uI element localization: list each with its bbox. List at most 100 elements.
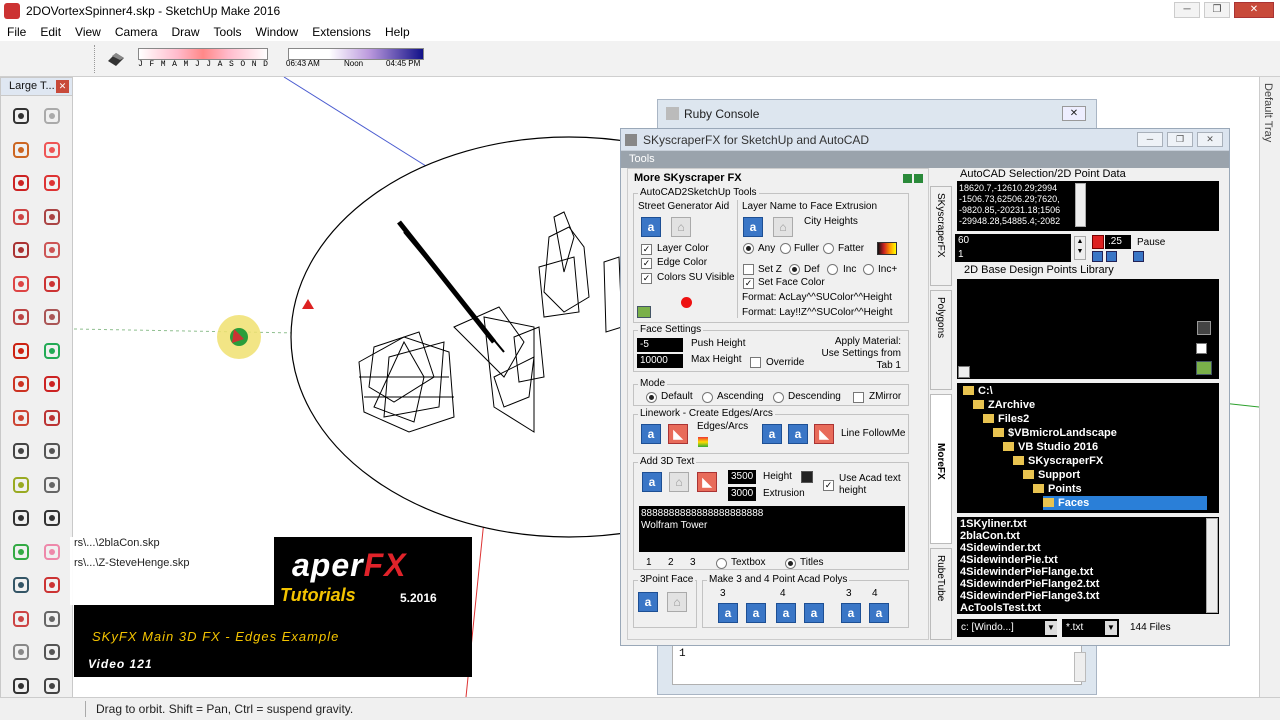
shadow-toggle-icon[interactable] bbox=[106, 49, 126, 69]
folder-tree-item[interactable]: $VBmicroLandscape bbox=[993, 426, 1117, 440]
layer-name-a-button[interactable]: a bbox=[743, 217, 763, 237]
push-pull-icon[interactable] bbox=[40, 339, 64, 363]
menu-camera[interactable]: Camera bbox=[108, 25, 165, 39]
skyfx-close-button[interactable]: ✕ bbox=[1197, 132, 1223, 147]
3-point-arc-icon[interactable] bbox=[9, 305, 33, 329]
close-tool-set-button[interactable]: ✕ bbox=[56, 80, 69, 93]
folder-tree-item[interactable]: Support bbox=[1023, 468, 1080, 482]
tape-measure-icon[interactable] bbox=[9, 439, 33, 463]
follow-me-icon[interactable] bbox=[40, 372, 64, 396]
panel-pin-icon[interactable] bbox=[903, 174, 912, 183]
position-camera-icon[interactable] bbox=[9, 640, 33, 664]
circle-icon[interactable] bbox=[9, 238, 33, 262]
toolbar-grip[interactable] bbox=[94, 45, 97, 73]
line-a2-button[interactable]: a bbox=[788, 424, 808, 444]
zmirror-checkbox[interactable] bbox=[853, 392, 864, 403]
color-palette-icon[interactable] bbox=[877, 242, 897, 255]
override-checkbox[interactable] bbox=[750, 357, 761, 368]
text-tab-2[interactable]: 2 bbox=[668, 557, 674, 568]
walk-icon[interactable] bbox=[9, 674, 33, 698]
panel-float-icon[interactable] bbox=[914, 174, 923, 183]
colors-visible-checkbox[interactable]: ✓ bbox=[641, 273, 652, 284]
field-60[interactable]: 60 bbox=[955, 234, 1071, 248]
tab-morefx[interactable]: MoreFX bbox=[930, 394, 952, 544]
library-folder-icon[interactable] bbox=[1196, 361, 1212, 375]
folder-tree-item[interactable]: Faces bbox=[1043, 496, 1207, 510]
ruby-console-header[interactable]: Ruby Console ✕ bbox=[658, 100, 1096, 128]
nav-grid-icon-1[interactable] bbox=[1092, 251, 1103, 262]
move-icon[interactable] bbox=[9, 339, 33, 363]
setz-checkbox[interactable] bbox=[743, 264, 754, 275]
set-face-color-checkbox[interactable]: ✓ bbox=[743, 278, 754, 289]
rotate-icon[interactable] bbox=[9, 372, 33, 396]
pan-icon[interactable] bbox=[40, 540, 64, 564]
inc-radio[interactable] bbox=[827, 264, 838, 275]
save-icon[interactable] bbox=[1197, 321, 1211, 335]
rectangle-icon[interactable] bbox=[9, 205, 33, 229]
file-list-scrollbar[interactable] bbox=[1206, 518, 1218, 613]
zoom-icon[interactable] bbox=[9, 573, 33, 597]
poly3-a1-button[interactable]: a bbox=[718, 603, 738, 623]
maximize-button[interactable]: ❐ bbox=[1204, 2, 1230, 18]
folder-tree-item[interactable]: Files2 bbox=[983, 412, 1029, 426]
folder-tree-item[interactable]: C:\ bbox=[963, 384, 993, 398]
dimension-icon[interactable] bbox=[40, 439, 64, 463]
zoom-window-icon[interactable] bbox=[40, 573, 64, 597]
file-list-item[interactable]: AcToolsTest.txt bbox=[960, 602, 1041, 614]
skyfx-title-bar[interactable]: SKyscraperFX for SketchUp and AutoCAD ─ … bbox=[621, 129, 1229, 151]
chevron-down-icon[interactable]: ▼ bbox=[1105, 621, 1117, 635]
nav-grid-icon-2[interactable] bbox=[1106, 251, 1117, 262]
file-list-item[interactable]: 4SidewinderPieFlange3.txt bbox=[960, 590, 1099, 602]
edges-color-icon[interactable] bbox=[698, 437, 708, 447]
textbox-radio[interactable] bbox=[716, 558, 727, 569]
paint-bucket-icon[interactable] bbox=[9, 138, 33, 162]
tab-rubetube[interactable]: RubeTube bbox=[930, 548, 952, 640]
poly4-a2-button[interactable]: a bbox=[804, 603, 824, 623]
menu-window[interactable]: Window bbox=[249, 25, 306, 39]
spinner-icon[interactable]: ▲ ▼ bbox=[1074, 236, 1086, 260]
tab-polygons[interactable]: Polygons bbox=[930, 290, 952, 390]
menu-draw[interactable]: Draw bbox=[165, 25, 207, 39]
line-red-button[interactable]: ◣ bbox=[814, 424, 834, 444]
line-a1-button[interactable]: a bbox=[762, 424, 782, 444]
menu-file[interactable]: File bbox=[0, 25, 33, 39]
text-tab-1[interactable]: 1 bbox=[646, 557, 652, 568]
arc-icon[interactable] bbox=[9, 272, 33, 296]
rotated-rectangle-icon[interactable] bbox=[40, 205, 64, 229]
drive-dropdown[interactable]: c: [Windo...] bbox=[957, 619, 1057, 637]
mode-default-radio[interactable] bbox=[646, 392, 657, 403]
poly3-a2-button[interactable]: a bbox=[746, 603, 766, 623]
titles-radio[interactable] bbox=[785, 558, 796, 569]
skyfx-minimize-button[interactable]: ─ bbox=[1137, 132, 1163, 147]
look-around-icon[interactable] bbox=[40, 640, 64, 664]
folder-open-icon[interactable] bbox=[637, 306, 651, 318]
edge-color-checkbox[interactable]: ✓ bbox=[641, 258, 652, 269]
push-height-field[interactable]: -5 bbox=[637, 338, 683, 352]
folder-tree-item[interactable]: ZArchive bbox=[973, 398, 1035, 412]
menu-view[interactable]: View bbox=[68, 25, 108, 39]
line-icon[interactable] bbox=[9, 171, 33, 195]
text-extrusion-field[interactable]: 3000 bbox=[728, 487, 756, 501]
mode-descending-radio[interactable] bbox=[773, 392, 784, 403]
poly4-a3-button[interactable]: a bbox=[869, 603, 889, 623]
zoom-extents-icon[interactable] bbox=[9, 607, 33, 631]
file-list-item[interactable]: 4SidewinderPieFlange2.txt bbox=[960, 578, 1099, 590]
text-a-button[interactable]: a bbox=[642, 472, 662, 492]
acad-list-scrollbar[interactable] bbox=[1075, 183, 1086, 227]
acad-selection-list[interactable]: 18620.7,-12610.29;2994 -1506.73,62506.29… bbox=[957, 181, 1219, 231]
ruby-scrollbar[interactable] bbox=[1074, 652, 1086, 682]
text-icon[interactable] bbox=[40, 473, 64, 497]
linework-red-button[interactable]: ◣ bbox=[668, 424, 688, 444]
eraser-icon[interactable] bbox=[40, 138, 64, 162]
select-icon[interactable] bbox=[9, 104, 33, 128]
menu-extensions[interactable]: Extensions bbox=[305, 25, 378, 39]
any-radio[interactable] bbox=[743, 243, 754, 254]
poly4-a1-button[interactable]: a bbox=[776, 603, 796, 623]
max-height-field[interactable]: 10000 bbox=[637, 354, 683, 368]
3d-text-icon[interactable] bbox=[40, 506, 64, 530]
polygon-icon[interactable] bbox=[40, 238, 64, 262]
file-list-item[interactable]: 4SidewinderPie.txt bbox=[960, 554, 1058, 566]
text-tab-3[interactable]: 3 bbox=[690, 557, 696, 568]
default-tray[interactable]: Default Tray bbox=[1259, 77, 1280, 711]
three-point-disabled-button[interactable]: ⌂ bbox=[667, 592, 687, 612]
